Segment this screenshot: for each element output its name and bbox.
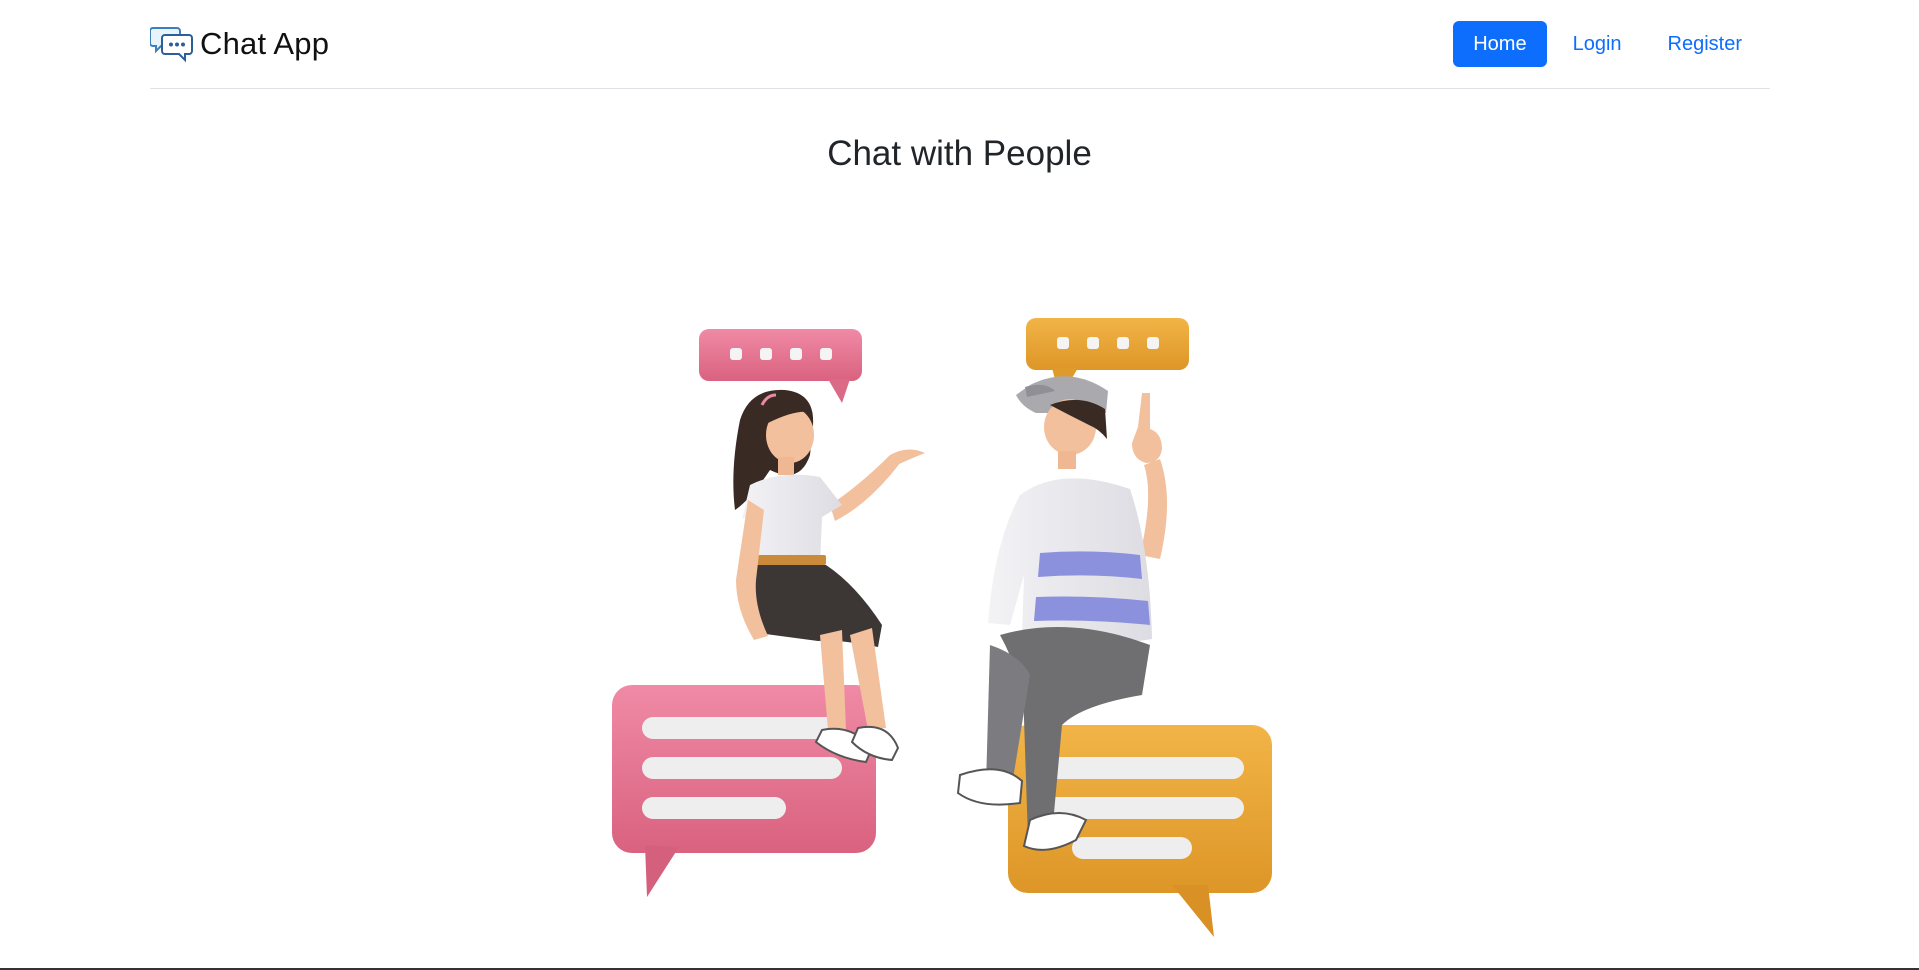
navbar: Chat App Home Login Register (149, 0, 1770, 89)
nav-register-link[interactable]: Register (1648, 21, 1762, 67)
two-people-chatting-illustration (600, 305, 1300, 945)
nav-links: Home Login Register (1453, 21, 1762, 67)
brand-link[interactable]: Chat App (149, 25, 330, 63)
page: Chat App Home Login Register Chat with P… (0, 0, 1919, 970)
chat-bubbles-icon (149, 25, 194, 63)
nav-home-link[interactable]: Home (1453, 21, 1547, 67)
nav-login-link[interactable]: Login (1553, 21, 1642, 67)
page-title: Chat with People (827, 134, 1092, 173)
brand-text: Chat App (200, 26, 330, 61)
